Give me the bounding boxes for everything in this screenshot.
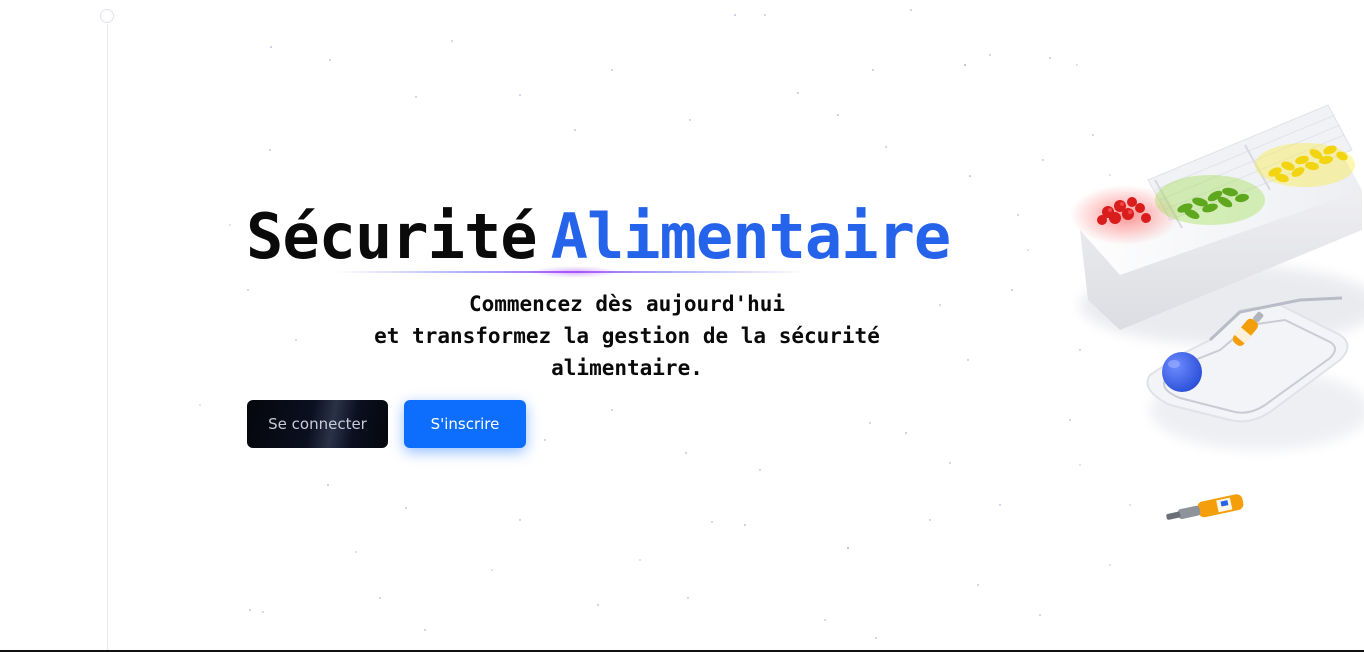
hero-subtitle-line: Commencez dès aujourd'hui bbox=[468, 292, 786, 316]
hero-subtitle-line: et transformez la gestion de la sécurité bbox=[374, 324, 880, 348]
landing-page: Sécurité Alimentaire Commencez dès aujour… bbox=[0, 0, 1364, 652]
login-button[interactable]: Se connecter bbox=[247, 400, 388, 448]
hero-subtitle: Commencez dès aujourd'hui et transformez… bbox=[340, 288, 914, 384]
hero-title-primary: Sécurité bbox=[246, 200, 538, 273]
food-display-3d-icon bbox=[1070, 104, 1364, 520]
signup-button[interactable]: S'inscrire bbox=[404, 400, 526, 448]
title-underline-glow bbox=[530, 266, 620, 278]
hero-subtitle-line: alimentaire. bbox=[551, 356, 703, 380]
hero-title: Sécurité Alimentaire bbox=[246, 196, 952, 278]
timeline-dot bbox=[100, 9, 114, 23]
timeline-rail bbox=[107, 24, 108, 650]
hero-title-accent: Alimentaire bbox=[550, 200, 952, 273]
